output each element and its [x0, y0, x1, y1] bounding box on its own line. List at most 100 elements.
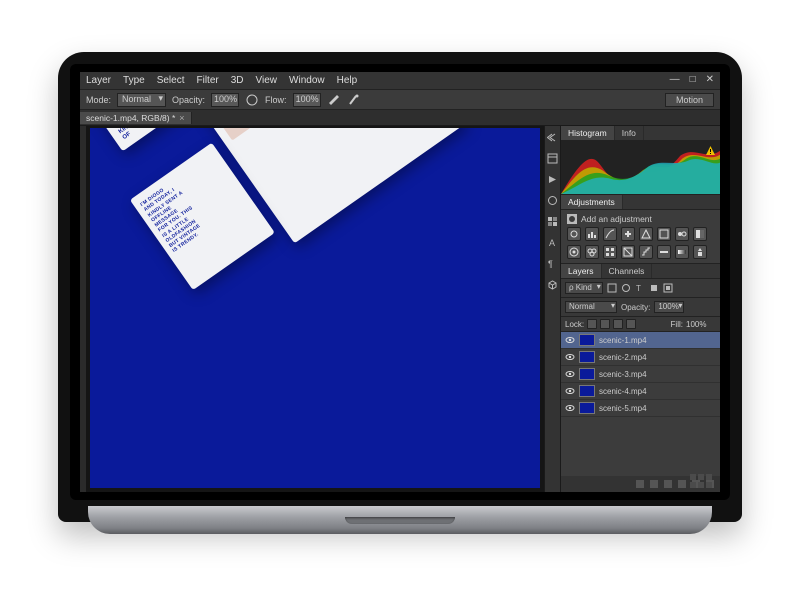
tab-info[interactable]: Info	[615, 126, 644, 140]
rail-character-icon[interactable]: A	[547, 237, 558, 248]
blend-mode-select[interactable]: Normal	[117, 93, 166, 107]
layer-blend-mode-select[interactable]: Normal	[565, 301, 617, 313]
filter-adjust-icon[interactable]	[621, 283, 631, 293]
menu-help[interactable]: Help	[337, 75, 358, 86]
layers-panel-tabs: Layers Channels	[561, 264, 720, 279]
layers-blend-row: Normal Opacity: 100%	[561, 298, 720, 317]
layer-name: scenic-4.mp4	[599, 387, 647, 396]
lock-position-icon[interactable]	[613, 319, 623, 329]
pressure-size-icon[interactable]	[347, 93, 361, 107]
adj-invert-icon[interactable]	[621, 245, 635, 259]
rail-color-icon[interactable]	[547, 195, 558, 206]
rail-actions-icon[interactable]	[547, 174, 558, 185]
tab-layers[interactable]: Layers	[561, 264, 602, 278]
adjustments-panel-tabs: Adjustments	[561, 195, 720, 210]
adj-photofilter-icon[interactable]	[567, 245, 581, 259]
laptop-base	[88, 506, 712, 534]
rail-cube-icon[interactable]	[547, 279, 558, 290]
pressure-opacity-icon[interactable]	[245, 93, 259, 107]
layer-mask-icon[interactable]	[664, 480, 672, 488]
filter-type-icon[interactable]: T	[635, 283, 645, 293]
layer-row[interactable]: scenic-1.mp4	[561, 332, 720, 349]
visibility-eye-icon[interactable]	[565, 403, 575, 413]
adj-colorbalance-icon[interactable]	[675, 227, 689, 241]
adj-curves-icon[interactable]	[603, 227, 617, 241]
window-close-button[interactable]: ✕	[706, 74, 714, 85]
adj-levels-icon[interactable]	[585, 227, 599, 241]
lock-transparent-icon[interactable]	[587, 319, 597, 329]
adj-selectivecolor-icon[interactable]	[693, 245, 707, 259]
adj-colorlookup-icon[interactable]	[603, 245, 617, 259]
adj-exposure-icon[interactable]	[621, 227, 635, 241]
layer-name: scenic-5.mp4	[599, 404, 647, 413]
visibility-eye-icon[interactable]	[565, 335, 575, 345]
tab-adjustments[interactable]: Adjustments	[561, 195, 623, 209]
svg-text:A: A	[549, 238, 555, 248]
window-maximize-button[interactable]: □	[690, 74, 696, 85]
menu-3d[interactable]: 3D	[231, 75, 244, 86]
menu-layer[interactable]: Layer	[86, 75, 111, 86]
menu-select[interactable]: Select	[157, 75, 185, 86]
adj-bw-icon[interactable]	[693, 227, 707, 241]
adj-gradientmap-icon[interactable]	[675, 245, 689, 259]
new-group-icon[interactable]	[678, 480, 686, 488]
visibility-eye-icon[interactable]	[565, 369, 575, 379]
airbrush-icon[interactable]	[327, 93, 341, 107]
menu-view[interactable]: View	[256, 75, 278, 86]
rail-arrow-icon[interactable]	[547, 132, 558, 143]
layer-row[interactable]: scenic-5.mp4	[561, 400, 720, 417]
menu-window[interactable]: Window	[289, 75, 325, 86]
adj-channelmixer-icon[interactable]	[585, 245, 599, 259]
layer-style-icon[interactable]	[650, 480, 658, 488]
layer-thumbnail	[579, 368, 595, 380]
tab-histogram[interactable]: Histogram	[561, 126, 615, 140]
rail-swatches-icon[interactable]	[547, 216, 558, 227]
adj-brightness-icon[interactable]	[567, 227, 581, 241]
lock-pixels-icon[interactable]	[600, 319, 610, 329]
adjustments-subtitle: Add an adjustment	[581, 214, 652, 224]
bezel: Layer Type Select Filter 3D View Window …	[70, 64, 730, 500]
layers-lock-row: Lock: Fill: 100%	[561, 317, 720, 332]
canvas-area[interactable]: A KIND OF I'M DIOGO AND TODAY, I KINDLY …	[86, 126, 544, 492]
adj-posterize-icon[interactable]	[639, 245, 653, 259]
thumbnail-grid	[157, 128, 392, 140]
filter-pixel-icon[interactable]	[607, 283, 617, 293]
menu-type[interactable]: Type	[123, 75, 145, 86]
canvas-artwork: A KIND OF I'M DIOGO AND TODAY, I KINDLY …	[90, 128, 540, 419]
flow-value-input[interactable]: 100%	[293, 93, 321, 107]
layer-row[interactable]: scenic-3.mp4	[561, 366, 720, 383]
layer-row[interactable]: scenic-4.mp4	[561, 383, 720, 400]
motion-workspace-button[interactable]: Motion	[665, 93, 714, 107]
svg-text:T: T	[636, 284, 641, 293]
document-canvas: A KIND OF I'M DIOGO AND TODAY, I KINDLY …	[90, 128, 540, 488]
adj-vibrance-icon[interactable]	[639, 227, 653, 241]
opacity-value-input[interactable]: 100%	[211, 93, 239, 107]
document-tab-title: scenic-1.mp4, RGB/8) *	[86, 113, 175, 123]
adj-hue-icon[interactable]	[657, 227, 671, 241]
layer-fill-input[interactable]: 100%	[686, 320, 716, 329]
tab-channels[interactable]: Channels	[602, 264, 653, 278]
layer-opacity-input[interactable]: 100%	[654, 301, 684, 313]
histogram-warning-icon[interactable]	[705, 145, 716, 156]
workspace: A KIND OF I'M DIOGO AND TODAY, I KINDLY …	[80, 126, 720, 492]
close-tab-icon[interactable]: ×	[179, 113, 184, 123]
document-tab[interactable]: scenic-1.mp4, RGB/8) * ×	[80, 112, 192, 124]
link-layers-icon[interactable]	[636, 480, 644, 488]
layer-row[interactable]: scenic-2.mp4	[561, 349, 720, 366]
filter-smart-icon[interactable]	[663, 283, 673, 293]
resize-grip-icon[interactable]	[690, 474, 712, 488]
flow-label: Flow:	[265, 95, 287, 105]
lock-all-icon[interactable]	[626, 319, 636, 329]
document-tabstrip: scenic-1.mp4, RGB/8) * ×	[80, 110, 720, 126]
adj-threshold-icon[interactable]	[657, 245, 671, 259]
histogram-view	[561, 141, 720, 195]
window-minimize-button[interactable]: —	[670, 74, 680, 85]
rail-paragraph-icon[interactable]: ¶	[547, 258, 558, 269]
filter-shape-icon[interactable]	[649, 283, 659, 293]
visibility-eye-icon[interactable]	[565, 352, 575, 362]
rail-history-icon[interactable]	[547, 153, 558, 164]
layer-name: scenic-1.mp4	[599, 336, 647, 345]
menu-filter[interactable]: Filter	[197, 75, 219, 86]
visibility-eye-icon[interactable]	[565, 386, 575, 396]
layer-filter-kind-select[interactable]: ρ Kind	[565, 282, 603, 294]
